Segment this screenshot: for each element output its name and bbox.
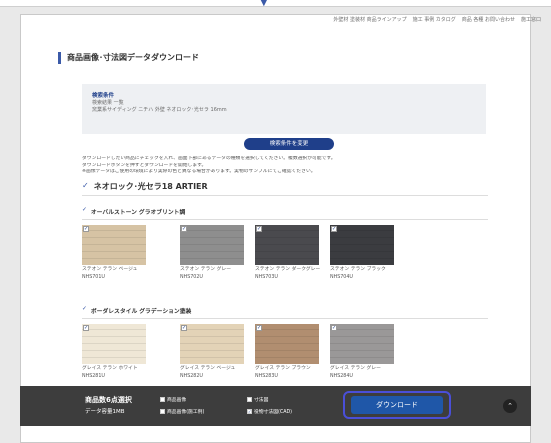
option-checkbox[interactable]: ✓ 役物寸法図(CAD) <box>247 408 292 415</box>
product-name: ステオン テラン グレー <box>180 267 232 272</box>
product-tile[interactable]: ✓ グレイス テラン ホワイト NHS281U <box>82 324 146 380</box>
option-checkbox[interactable]: 商品画像 <box>160 396 186 403</box>
selected-count: 商品数6点選択 <box>85 396 132 404</box>
checkbox-box[interactable] <box>160 397 165 402</box>
section-heading[interactable]: ✓ オーバルストーン グラオブリント調 <box>82 207 488 220</box>
product-swatch[interactable]: ✓ <box>180 225 244 265</box>
instruction-line: ※画像データはご使用の環境により実際の色と異なる場合があります。実物のサンプルに… <box>82 169 316 174</box>
option-label: 寸法図 <box>254 398 269 403</box>
product-code: NHS703U <box>255 275 278 280</box>
product-swatch[interactable]: ✓ <box>255 324 319 364</box>
product-checkbox[interactable]: ✓ <box>181 226 187 232</box>
product-code: NHS282U <box>180 374 203 379</box>
product-name: ステオン テラン ベージュ <box>82 267 138 272</box>
product-name: グレイス テラン ベージュ <box>180 366 236 371</box>
top-nav: 外壁材 塗装材 商品ラインアップ 施工 事例 カタログ 商品 各種 お問い合わせ… <box>333 16 541 23</box>
product-checkbox[interactable]: ✓ <box>256 325 262 331</box>
product-checkbox[interactable]: ✓ <box>83 226 89 232</box>
caret-down-icon: ▼ <box>260 0 268 8</box>
change-conditions-button[interactable]: 検索条件を変更 <box>244 138 334 150</box>
search-conditions-box: 検索条件 検索結果 一覧 窯業系サイディング ニチハ 外壁 ネオロック･光セラ … <box>82 84 486 134</box>
product-tile[interactable]: ✓ グレイス テラン ブラウン NHS283U <box>255 324 319 380</box>
top-bar: ▼ <box>0 0 551 8</box>
product-tile[interactable]: ✓ グレイス テラン ベージュ NHS282U <box>180 324 244 380</box>
page-title: 商品画像･寸法図データダウンロード <box>58 52 199 64</box>
option-label: 商品画像 <box>167 398 187 403</box>
section-heading[interactable]: ✓ ボーダレスタイル グラデーション塗装 <box>82 306 488 319</box>
product-tile[interactable]: ✓ ステオン テラン ブラック NHS704U <box>330 225 394 281</box>
product-checkbox[interactable]: ✓ <box>256 226 262 232</box>
instructions: ダウンロードしたい商品にチェックを入れ、画面下部にあるデータの種類を選択してくだ… <box>82 156 488 176</box>
product-code: NHS284U <box>330 374 353 379</box>
product-code: NHS281U <box>82 374 105 379</box>
top-nav-link[interactable]: 施工 事例 カタログ <box>413 16 456 23</box>
product-name: ステオン テラン ブラック <box>330 267 386 272</box>
section-title: ボーダレスタイル グラデーション塗装 <box>90 309 192 315</box>
check-icon: ✓ <box>82 181 89 190</box>
option-checkbox[interactable]: 商品画像(施工例) <box>160 408 204 415</box>
check-icon: ✓ <box>82 207 87 213</box>
series-heading[interactable]: ✓ ネオロック･光セラ18 ARTIER <box>82 181 488 196</box>
product-code: NHS704U <box>330 275 353 280</box>
product-name: グレイス テラン グレー <box>330 366 381 371</box>
product-name: グレイス テラン ホワイト <box>82 366 138 371</box>
product-checkbox[interactable]: ✓ <box>181 325 187 331</box>
product-tile[interactable]: ✓ ステオン テラン ベージュ NHS701U <box>82 225 146 281</box>
product-checkbox[interactable]: ✓ <box>331 226 337 232</box>
option-checkbox[interactable]: 寸法図 <box>247 396 268 403</box>
download-footer-bar <box>20 386 531 426</box>
option-label: 商品画像(施工例) <box>167 410 205 415</box>
product-code: NHS702U <box>180 275 203 280</box>
product-swatch[interactable]: ✓ <box>330 225 394 265</box>
product-swatch[interactable]: ✓ <box>330 324 394 364</box>
product-name: グレイス テラン ブラウン <box>255 366 311 371</box>
product-code: NHS283U <box>255 374 278 379</box>
product-checkbox[interactable]: ✓ <box>83 325 89 331</box>
data-capacity: データ容量1MB <box>85 409 125 415</box>
check-icon: ✓ <box>82 306 87 312</box>
checkbox-box[interactable] <box>160 409 165 414</box>
back-to-top-icon[interactable]: ⌃ <box>503 399 517 413</box>
product-swatch[interactable]: ✓ <box>255 225 319 265</box>
conditions-title: 検索条件 <box>92 93 115 99</box>
top-nav-link[interactable]: 商品 各種 お問い合わせ <box>462 16 515 23</box>
product-swatch[interactable]: ✓ <box>82 225 146 265</box>
product-tile[interactable]: ✓ グレイス テラン グレー NHS284U <box>330 324 394 380</box>
product-name: ステオン テラン ダークグレー <box>255 267 321 272</box>
product-swatch[interactable]: ✓ <box>82 324 146 364</box>
section-title: オーバルストーン グラオブリント調 <box>90 210 186 216</box>
checkbox-box[interactable]: ✓ <box>247 409 252 414</box>
product-tile[interactable]: ✓ ステオン テラン グレー NHS702U <box>180 225 244 281</box>
product-checkbox[interactable]: ✓ <box>331 325 337 331</box>
conditions-line: 検索結果 一覧 <box>92 100 124 106</box>
product-tile[interactable]: ✓ ステオン テラン ダークグレー NHS703U <box>255 225 321 281</box>
conditions-line: 窯業系サイディング ニチハ 外壁 ネオロック･光セラ 16mm <box>92 107 227 113</box>
download-button[interactable]: ダウンロード <box>351 396 443 414</box>
top-nav-link[interactable]: 外壁材 塗装材 商品ラインアップ <box>333 16 406 23</box>
product-code: NHS701U <box>82 275 105 280</box>
series-name: ネオロック･光セラ18 ARTIER <box>93 182 208 191</box>
product-swatch[interactable]: ✓ <box>180 324 244 364</box>
option-label: 役物寸法図(CAD) <box>254 410 293 415</box>
top-nav-link[interactable]: 施工窓口 <box>521 16 541 23</box>
checkbox-box[interactable] <box>247 397 252 402</box>
